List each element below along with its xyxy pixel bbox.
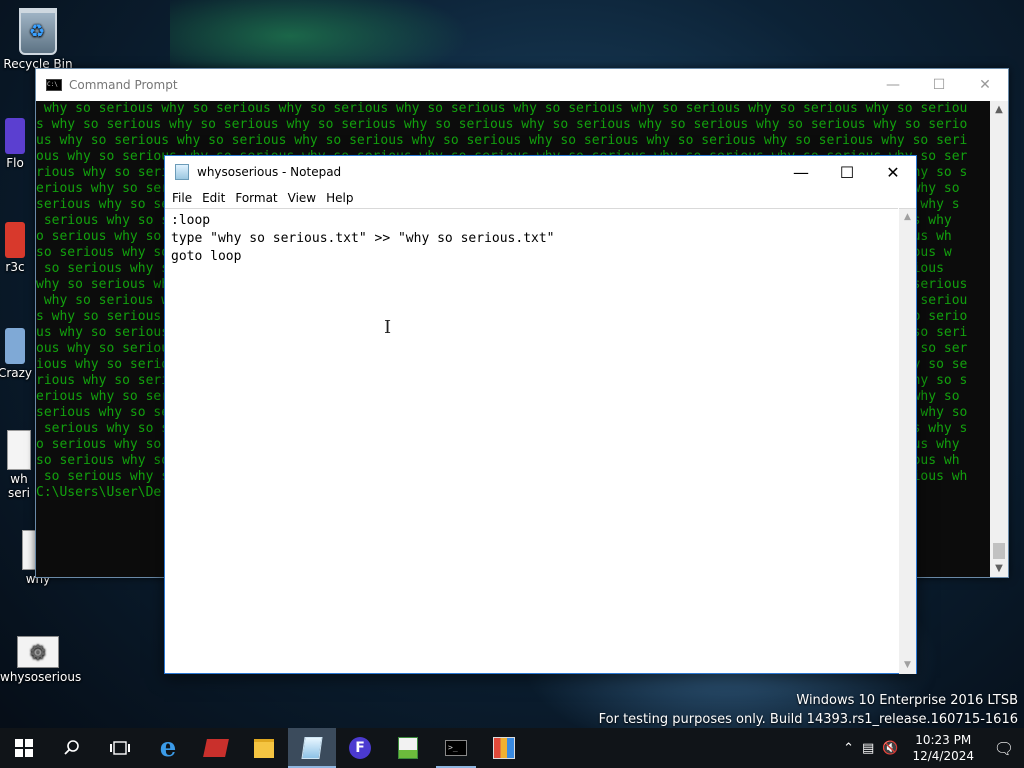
cmd-app-icon: C:\: [46, 79, 62, 91]
close-button[interactable]: ✕: [962, 69, 1008, 101]
desktop-icon-label: seri: [8, 486, 30, 500]
notepad-scrollbar[interactable]: ▲ ▼: [899, 208, 916, 674]
desktop-icon-whysoserious[interactable]: ⚙ whysoserious: [0, 636, 81, 684]
notepad-title: whysoserious - Notepad: [197, 165, 342, 179]
desktop-icon-label: Flo: [6, 156, 24, 170]
desktop-icon-label: whysoserious: [0, 670, 82, 684]
taskbar: e F >_ ⌃ ▤ 🔇 10:23 PM 12/4/2024 🗨: [0, 728, 1024, 768]
scroll-down-icon[interactable]: ▼: [899, 657, 916, 674]
scroll-thumb[interactable]: [993, 543, 1005, 559]
system-tray: ⌃ ▤ 🔇 10:23 PM 12/4/2024 🗨: [839, 728, 1024, 768]
f-app-icon: F: [349, 737, 371, 759]
clock-time: 10:23 PM: [915, 733, 972, 747]
scroll-up-icon[interactable]: ▲: [990, 101, 1008, 118]
notepad-taskbar-button[interactable]: [288, 728, 336, 768]
scroll-down-icon[interactable]: ▼: [990, 560, 1008, 577]
maximize-button[interactable]: ☐: [916, 69, 962, 101]
folder-icon: [254, 738, 274, 758]
taskbar-app-ui[interactable]: [480, 728, 528, 768]
desktop-icon-recycle-bin[interactable]: Recycle Bin: [0, 8, 76, 71]
windows-logo-icon: [15, 739, 33, 757]
batch-file-icon: ⚙: [17, 636, 59, 668]
cmd-icon: >_: [445, 740, 467, 756]
menu-view[interactable]: View: [283, 191, 321, 205]
command-prompt-taskbar-button[interactable]: >_: [432, 728, 480, 768]
edge-button[interactable]: e: [144, 728, 192, 768]
file-explorer-button[interactable]: [240, 728, 288, 768]
notepad-menubar: File Edit Format View Help: [165, 188, 916, 208]
menu-edit[interactable]: Edit: [197, 191, 230, 205]
cmd-title: Command Prompt: [69, 78, 178, 92]
task-view-button[interactable]: [96, 728, 144, 768]
action-center-icon[interactable]: 🗨: [984, 728, 1024, 768]
desktop-icon-label: wh: [10, 472, 28, 486]
search-icon: [64, 740, 79, 755]
chart-app-icon: [398, 737, 418, 759]
console-line: s why so serious why so serious why so s…: [36, 117, 968, 132]
taskbar-app-f[interactable]: F: [336, 728, 384, 768]
menu-file[interactable]: File: [167, 191, 197, 205]
notepad-titlebar[interactable]: whysoserious - Notepad — ☐ ✕: [165, 156, 916, 188]
console-line: us why so serious why so serious why so …: [36, 133, 968, 148]
start-button[interactable]: [0, 728, 48, 768]
red-app-icon: [203, 739, 229, 757]
notepad-icon: [301, 737, 323, 759]
text-cursor-icon: I: [384, 317, 392, 338]
cmd-titlebar[interactable]: C:\ Command Prompt — ☐ ✕: [36, 69, 1008, 101]
chevron-up-icon[interactable]: ⌃: [839, 741, 858, 756]
watermark-edition: Windows 10 Enterprise 2016 LTSB: [796, 693, 1018, 708]
maximize-button[interactable]: ☐: [824, 156, 870, 188]
volume-muted-icon[interactable]: 🔇: [878, 741, 902, 756]
windows-watermark: Windows 10 Enterprise 2016 LTSB For test…: [599, 691, 1018, 729]
notepad-text-area[interactable]: :loop type "why so serious.txt" >> "why …: [165, 208, 898, 673]
taskbar-app-chart[interactable]: [384, 728, 432, 768]
console-line: why so serious why so serious why so ser…: [36, 101, 968, 116]
ui-app-icon: [493, 737, 515, 759]
scroll-up-icon[interactable]: ▲: [899, 209, 916, 226]
app-icon: [5, 328, 25, 364]
minimize-button[interactable]: —: [778, 156, 824, 188]
minimize-button[interactable]: —: [870, 69, 916, 101]
watermark-build: For testing purposes only. Build 14393.r…: [598, 712, 1018, 727]
clock-date: 12/4/2024: [912, 749, 974, 763]
cmd-scrollbar[interactable]: ▲ ▼: [990, 101, 1008, 577]
menu-help[interactable]: Help: [321, 191, 358, 205]
task-view-icon: [110, 741, 130, 755]
desktop-icon-label: r3c: [5, 260, 25, 274]
text-file-icon: [7, 430, 31, 470]
notepad-app-icon: [175, 164, 189, 180]
close-button[interactable]: ✕: [870, 156, 916, 188]
notepad-window[interactable]: whysoserious - Notepad — ☐ ✕ File Edit F…: [164, 155, 917, 674]
menu-format[interactable]: Format: [230, 191, 282, 205]
clock[interactable]: 10:23 PM 12/4/2024: [902, 732, 984, 764]
recycle-bin-icon: [19, 8, 57, 55]
edge-icon: e: [159, 733, 177, 763]
app-icon: [5, 118, 25, 154]
taskbar-app-red[interactable]: [192, 728, 240, 768]
app-icon: [5, 222, 25, 258]
search-button[interactable]: [48, 728, 96, 768]
desktop-icon-label: Crazy: [0, 366, 33, 380]
network-icon[interactable]: ▤: [858, 741, 878, 756]
